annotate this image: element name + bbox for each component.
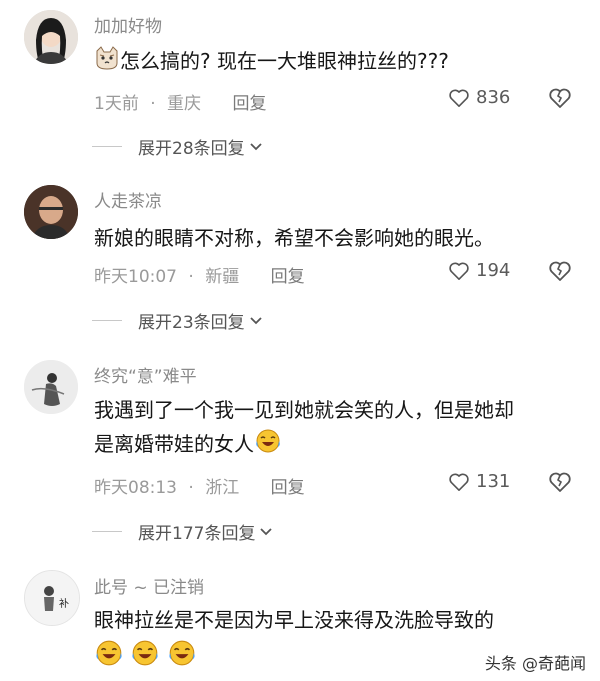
- avatar[interactable]: [24, 10, 78, 64]
- comment-time: 昨天10:07: [94, 267, 177, 287]
- comment-meta: 昨天08:13 · 浙江 回复: [94, 473, 305, 498]
- expand-label: 展开28条回复: [138, 139, 245, 159]
- comment-text-line: 我遇到了一个我一见到她就会笑的人，但是她却: [94, 398, 514, 422]
- laughing-crying-emoji-icon: [130, 639, 160, 677]
- like-count: 131: [476, 471, 511, 492]
- chevron-down-icon: [260, 527, 273, 535]
- comment-text: 新娘的眼睛不对称，希望不会影响她的眼光。: [94, 226, 494, 250]
- expand-replies-button[interactable]: 展开23条回复: [92, 308, 263, 333]
- broken-heart-icon: [549, 88, 571, 108]
- reply-button[interactable]: 回复: [232, 94, 266, 114]
- comment-location: 重庆: [167, 94, 202, 114]
- username[interactable]: 此号 ~ 已注销: [94, 573, 204, 598]
- chevron-down-icon: [250, 316, 262, 324]
- comment-text-content: 是离婚带娃的女人: [94, 432, 254, 456]
- avatar[interactable]: 补: [24, 570, 80, 626]
- comment-meta: 1天前 · 重庆 回复: [94, 89, 266, 114]
- like-count: 194: [476, 260, 511, 281]
- broken-heart-icon: [549, 472, 571, 492]
- like-button[interactable]: 836: [448, 87, 510, 108]
- watermark: 头条 @奇葩闻: [480, 648, 590, 676]
- laughing-crying-emoji-icon: [167, 639, 197, 677]
- comment-time: 1天前: [94, 94, 139, 114]
- reply-button[interactable]: 回复: [271, 478, 305, 498]
- avatar[interactable]: [24, 185, 78, 239]
- meta-separator: ·: [150, 94, 156, 114]
- comment-meta: 昨天10:07 · 新疆 回复: [94, 262, 305, 287]
- heart-outline-icon: [449, 473, 469, 491]
- broken-heart-icon: [549, 261, 571, 281]
- dislike-button[interactable]: [548, 260, 572, 286]
- expand-label: 展开23条回复: [138, 313, 245, 333]
- comment-text-line: 是离婚带娃的女人: [94, 427, 574, 464]
- reply-button[interactable]: 回复: [271, 267, 305, 287]
- laughing-crying-emoji-icon: [254, 428, 282, 464]
- expand-label: 展开177条回复: [138, 524, 256, 544]
- comment-text-content: 怎么搞的? 现在一大堆眼神拉丝的???: [120, 49, 449, 73]
- meta-separator: ·: [188, 478, 194, 498]
- username[interactable]: 加加好物: [94, 12, 162, 37]
- cat-emoji-icon: [94, 45, 120, 81]
- divider-line: [92, 146, 122, 147]
- dislike-button[interactable]: [548, 87, 572, 113]
- avatar-text: 补: [59, 597, 69, 610]
- comment-text: 怎么搞的? 现在一大堆眼神拉丝的???: [94, 44, 574, 81]
- divider-line: [92, 320, 122, 321]
- dislike-button[interactable]: [548, 471, 572, 497]
- meta-separator: ·: [188, 267, 194, 287]
- chevron-down-icon: [250, 142, 262, 150]
- comment-location: 浙江: [205, 478, 240, 498]
- expand-replies-button[interactable]: 展开28条回复: [92, 134, 263, 159]
- heart-outline-icon: [449, 89, 469, 107]
- heart-outline-icon: [449, 262, 469, 280]
- comment-location: 新疆: [205, 267, 240, 287]
- laughing-crying-emoji-icon: [94, 639, 124, 677]
- username[interactable]: 终究“意”难平: [94, 362, 197, 387]
- avatar[interactable]: [24, 360, 78, 414]
- like-count: 836: [476, 87, 511, 108]
- like-button[interactable]: 131: [448, 471, 510, 492]
- comment-time: 昨天08:13: [94, 478, 177, 498]
- divider-line: [92, 531, 122, 532]
- expand-replies-button[interactable]: 展开177条回复: [92, 519, 273, 544]
- comment-text: 我遇到了一个我一见到她就会笑的人，但是她却 是离婚带娃的女人: [94, 393, 574, 464]
- like-button[interactable]: 194: [448, 260, 510, 281]
- username[interactable]: 人走茶凉: [94, 187, 162, 212]
- comment-text-line: 眼神拉丝是不是因为早上没来得及洗脸导致的: [94, 608, 494, 632]
